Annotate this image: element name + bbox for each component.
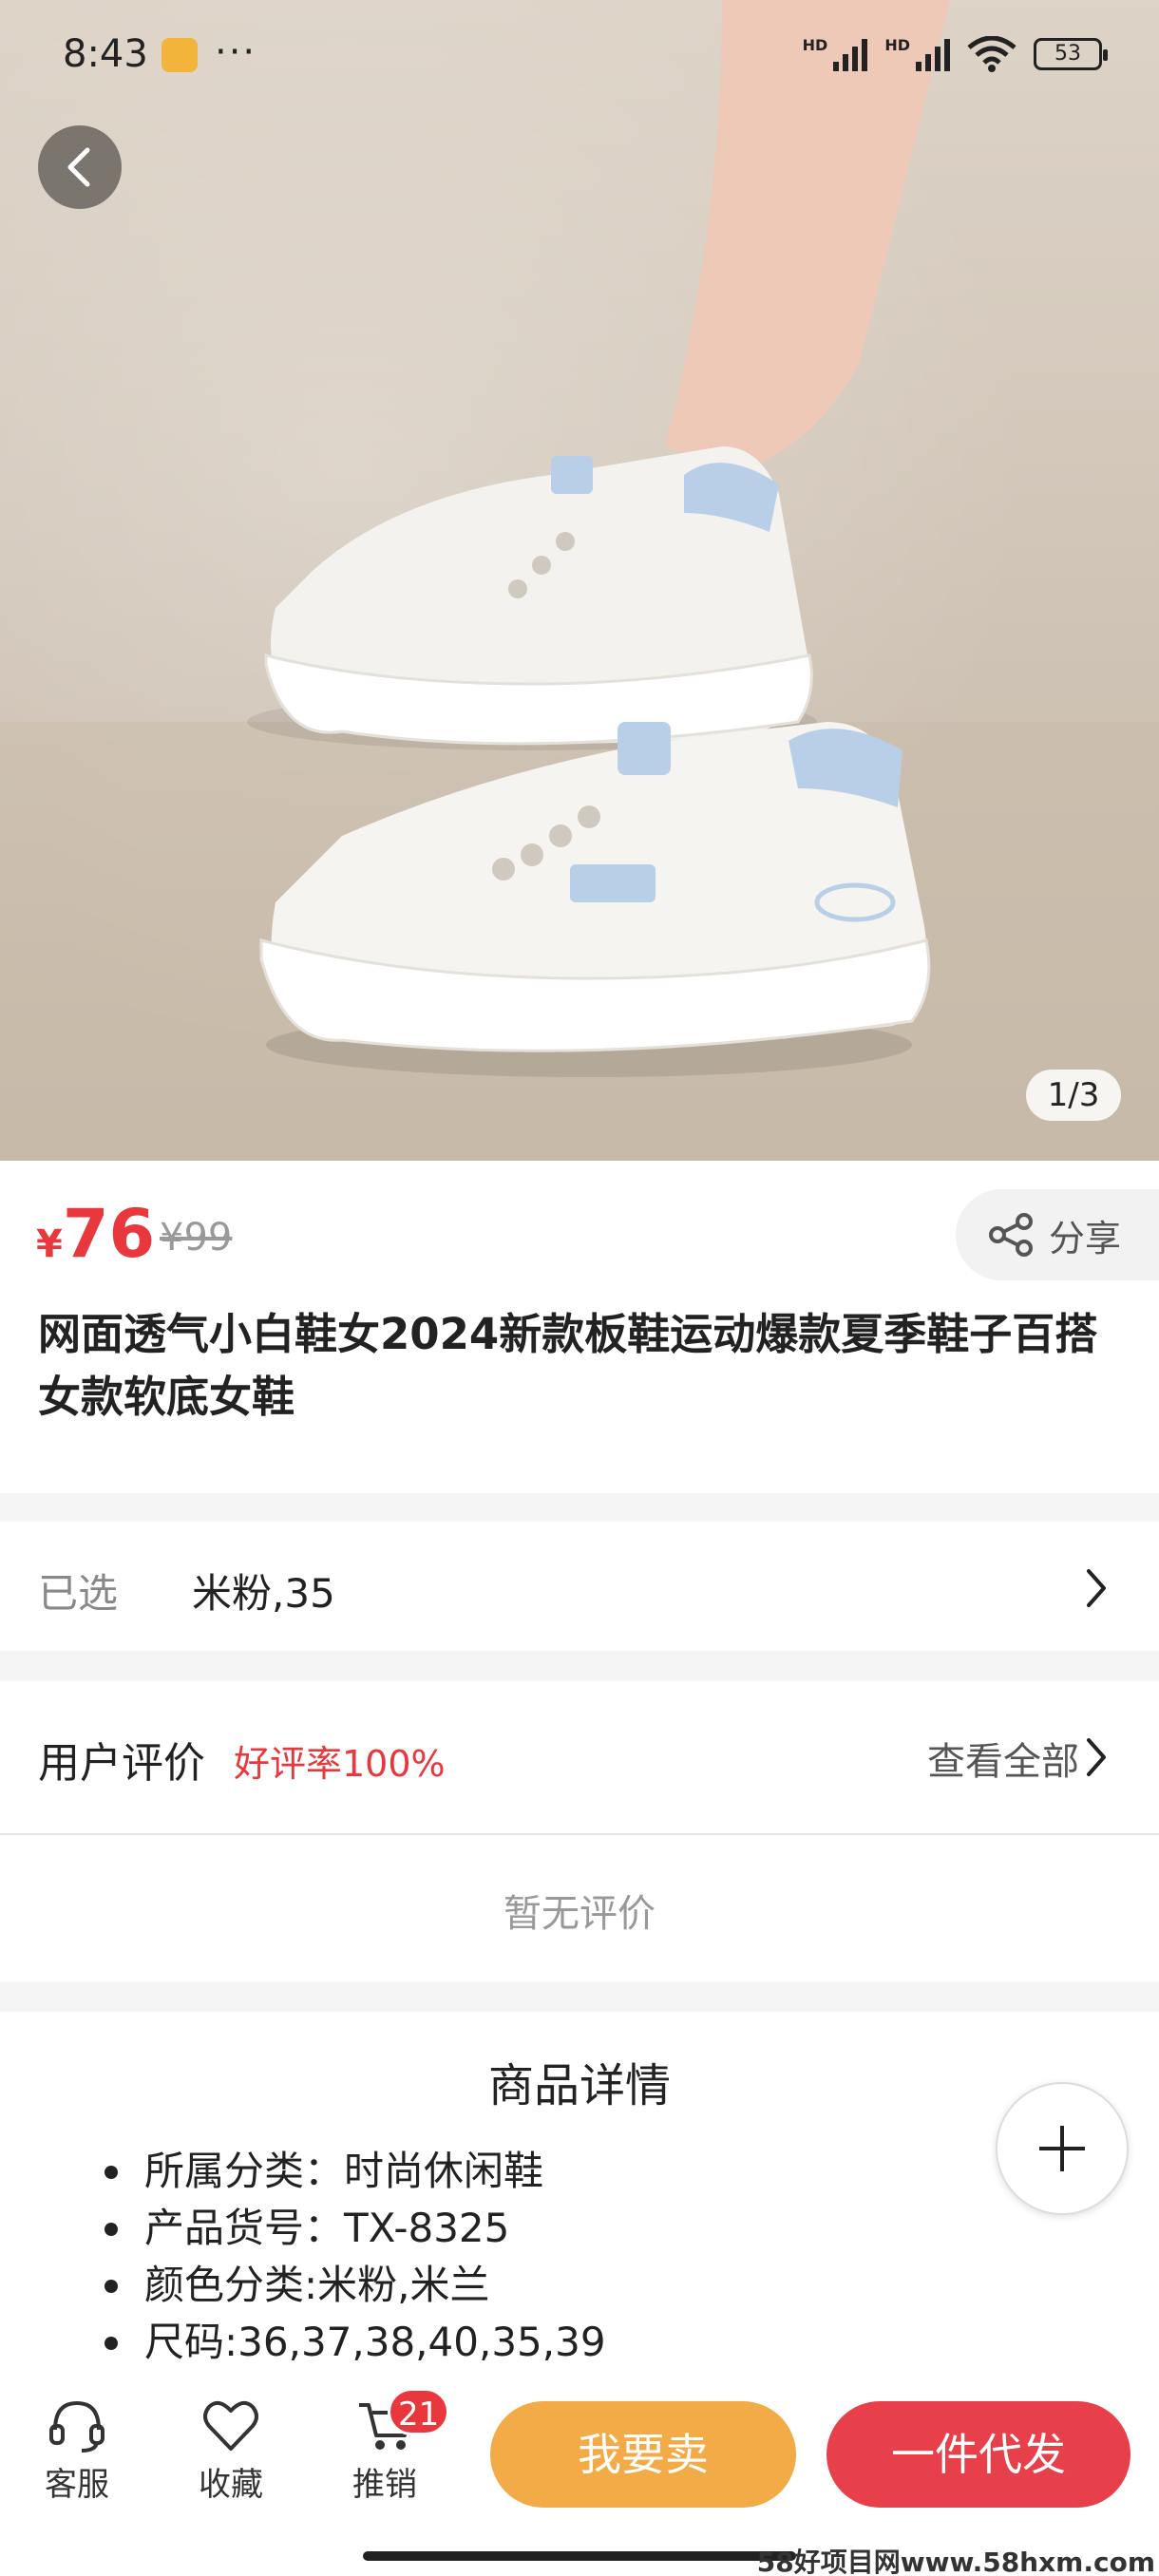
wifi-icon [967,36,1016,72]
product-photo-shoes [0,0,1159,1161]
signal-icon [833,37,868,71]
cart-badge: 21 [388,2388,450,2435]
chevron-right-icon[interactable] [1083,1736,1110,1778]
dropship-button[interactable]: 一件代发 [826,2401,1130,2508]
view-all-reviews-link[interactable]: 查看全部 [927,1731,1079,1786]
favorite-label: 收藏 [199,2466,263,2504]
favorite-tab[interactable]: 收藏 [179,2397,283,2505]
product-title: 网面透气小白鞋女2024新款板鞋运动爆款夏季鞋子百搭女款软底女鞋 [38,1309,1098,1422]
price-value: 76 [62,1195,156,1273]
share-label: 分享 [1049,1217,1122,1260]
plus-icon [1039,2126,1085,2171]
detail-item: 所属分类：时尚休闲鞋 [104,2143,606,2200]
hd-label: HD [802,36,828,54]
product-details: 商品详情 所属分类：时尚休闲鞋 产品货号：TX-8325 颜色分类:米粉,米兰 … [0,2012,1159,2411]
share-button[interactable]: 分享 [956,1189,1159,1280]
headset-icon [49,2400,104,2453]
floating-add-button[interactable] [996,2082,1129,2215]
status-time: 8:43 [63,32,148,76]
heart-icon [203,2400,258,2451]
detail-item: 产品货号：TX-8325 [104,2200,606,2257]
back-button[interactable] [38,125,122,209]
hd-label-2: HD [884,36,910,54]
battery-icon: 53 [1034,38,1108,70]
detail-item: 颜色分类:米粉,米兰 [104,2257,606,2314]
chevron-right-icon [1087,1569,1106,1607]
details-list: 所属分类：时尚休闲鞋 产品货号：TX-8325 颜色分类:米粉,米兰 尺码:36… [104,2143,606,2371]
details-title: 商品详情 [487,2059,671,2112]
customer-service-tab[interactable]: 客服 [25,2397,129,2505]
no-reviews-text: 暂无评价 [504,1892,656,1936]
selected-spec-row[interactable]: 已选 米粉,35 [0,1522,1159,1651]
selected-value: 米粉,35 [192,1570,335,1617]
status-bar: 8:43 ··· HD HD 53 [0,0,1159,114]
chevron-left-icon [67,147,90,187]
current-price: ¥76 [36,1195,155,1273]
share-icon [989,1213,1033,1257]
customer-service-label: 客服 [45,2466,109,2504]
product-image-gallery[interactable]: 8:43 ··· HD HD 53 1/3 [0,0,1159,1161]
sell-button[interactable]: 我要卖 [490,2401,796,2508]
more-notifications-icon: ··· [215,30,257,74]
currency-symbol: ¥ [36,1222,63,1266]
watermark: 58好项目网www.58hxm.com [756,2547,1155,2576]
selected-label: 已选 [38,1570,119,1617]
detail-item: 尺码:36,37,38,40,35,39 [104,2314,606,2371]
reviews-header: 用户评价 好评率100% 查看全部 [0,1681,1159,1833]
status-indicators: HD HD 53 [802,36,1108,72]
original-price: ¥99 [160,1216,233,1260]
reviews-empty: 暂无评价 [0,1833,1159,1981]
reviews-label: 用户评价 [38,1739,205,1788]
promote-label: 推销 [352,2466,417,2504]
signal-icon-2 [916,37,950,71]
notification-icon [162,38,198,72]
positive-rate: 好评率100% [234,1743,446,1785]
image-counter: 1/3 [1026,1070,1121,1121]
home-indicator[interactable] [363,2551,796,2561]
